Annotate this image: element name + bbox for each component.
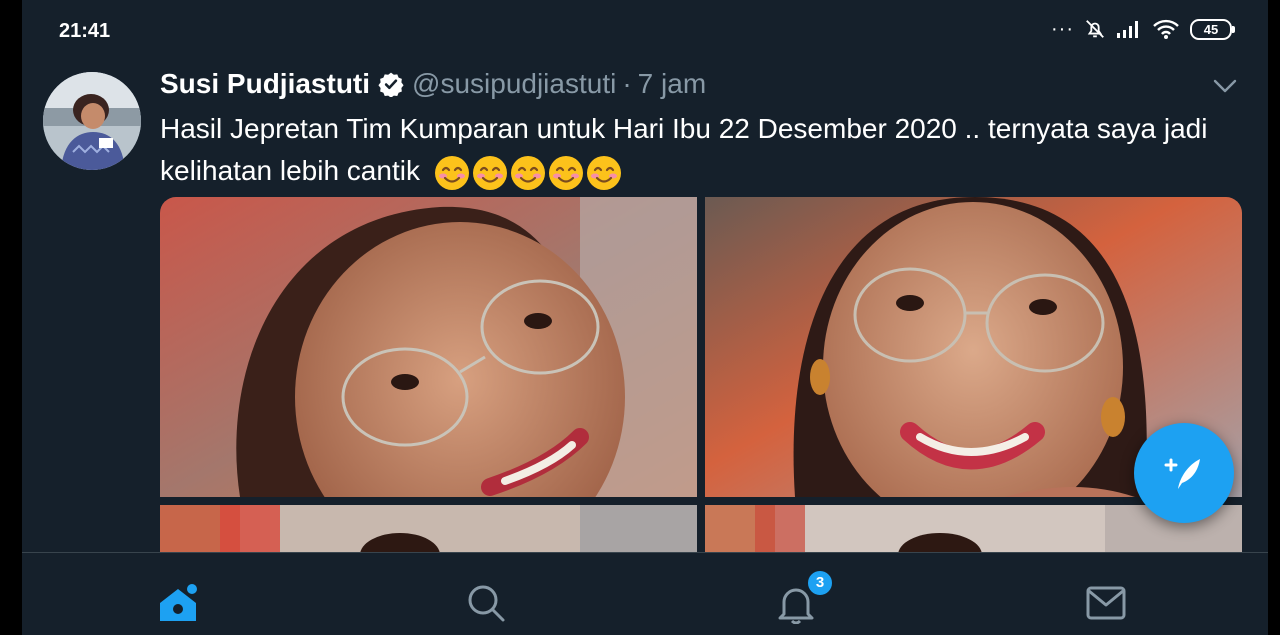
wifi-icon bbox=[1153, 19, 1179, 39]
tweet-photo-1[interactable] bbox=[160, 197, 697, 497]
twitter-screen: 21:41 ··· 45 Susi Pudjiastuti @susipudji… bbox=[22, 0, 1268, 635]
smiling-face-emoji-icon bbox=[434, 155, 469, 190]
compose-tweet-button[interactable] bbox=[1134, 423, 1234, 523]
tweet-body: Hasil Jepretan Tim Kumparan untuk Hari I… bbox=[160, 113, 1208, 186]
chevron-down-icon[interactable] bbox=[1212, 76, 1238, 96]
nav-home[interactable] bbox=[148, 573, 208, 633]
nav-search[interactable] bbox=[456, 573, 516, 633]
home-icon bbox=[160, 584, 197, 621]
mute-bell-icon bbox=[1086, 20, 1104, 38]
signal-icon bbox=[1117, 21, 1138, 38]
emoji-group bbox=[434, 155, 622, 191]
avatar-image bbox=[43, 72, 141, 170]
search-icon bbox=[468, 585, 505, 622]
smiling-face-emoji-icon bbox=[548, 155, 583, 190]
smiling-face-emoji-icon bbox=[510, 155, 545, 190]
status-bar: 21:41 ··· 45 bbox=[22, 0, 1268, 52]
status-icons: ··· 45 bbox=[1051, 18, 1235, 40]
notification-badge: 3 bbox=[806, 569, 834, 597]
nav-messages[interactable] bbox=[1076, 573, 1136, 633]
battery-icon: 45 bbox=[1190, 18, 1235, 40]
bottom-navigation: 3 bbox=[22, 552, 1268, 635]
compose-feather-icon bbox=[1164, 458, 1200, 489]
author-name[interactable]: Susi Pudjiastuti bbox=[160, 68, 370, 100]
nav-notifications[interactable]: 3 bbox=[766, 569, 834, 633]
verified-badge-icon bbox=[378, 72, 404, 97]
header-separator: · bbox=[622, 68, 632, 99]
status-time: 21:41 bbox=[59, 20, 111, 42]
tweet-header: Susi Pudjiastuti @susipudjiastuti · 7 ja… bbox=[160, 68, 706, 100]
smiling-face-emoji-icon bbox=[472, 155, 507, 190]
tweet-text: Hasil Jepretan Tim Kumparan untuk Hari I… bbox=[160, 108, 1220, 192]
tweet-time[interactable]: 7 jam bbox=[638, 68, 706, 100]
messages-icon bbox=[1086, 586, 1126, 620]
author-avatar[interactable] bbox=[43, 72, 141, 170]
tweet-media-grid bbox=[160, 197, 1242, 565]
smiling-face-emoji-icon bbox=[586, 155, 621, 190]
author-handle[interactable]: @susipudjiastuti bbox=[412, 68, 616, 100]
more-dots-icon: ··· bbox=[1051, 18, 1074, 40]
